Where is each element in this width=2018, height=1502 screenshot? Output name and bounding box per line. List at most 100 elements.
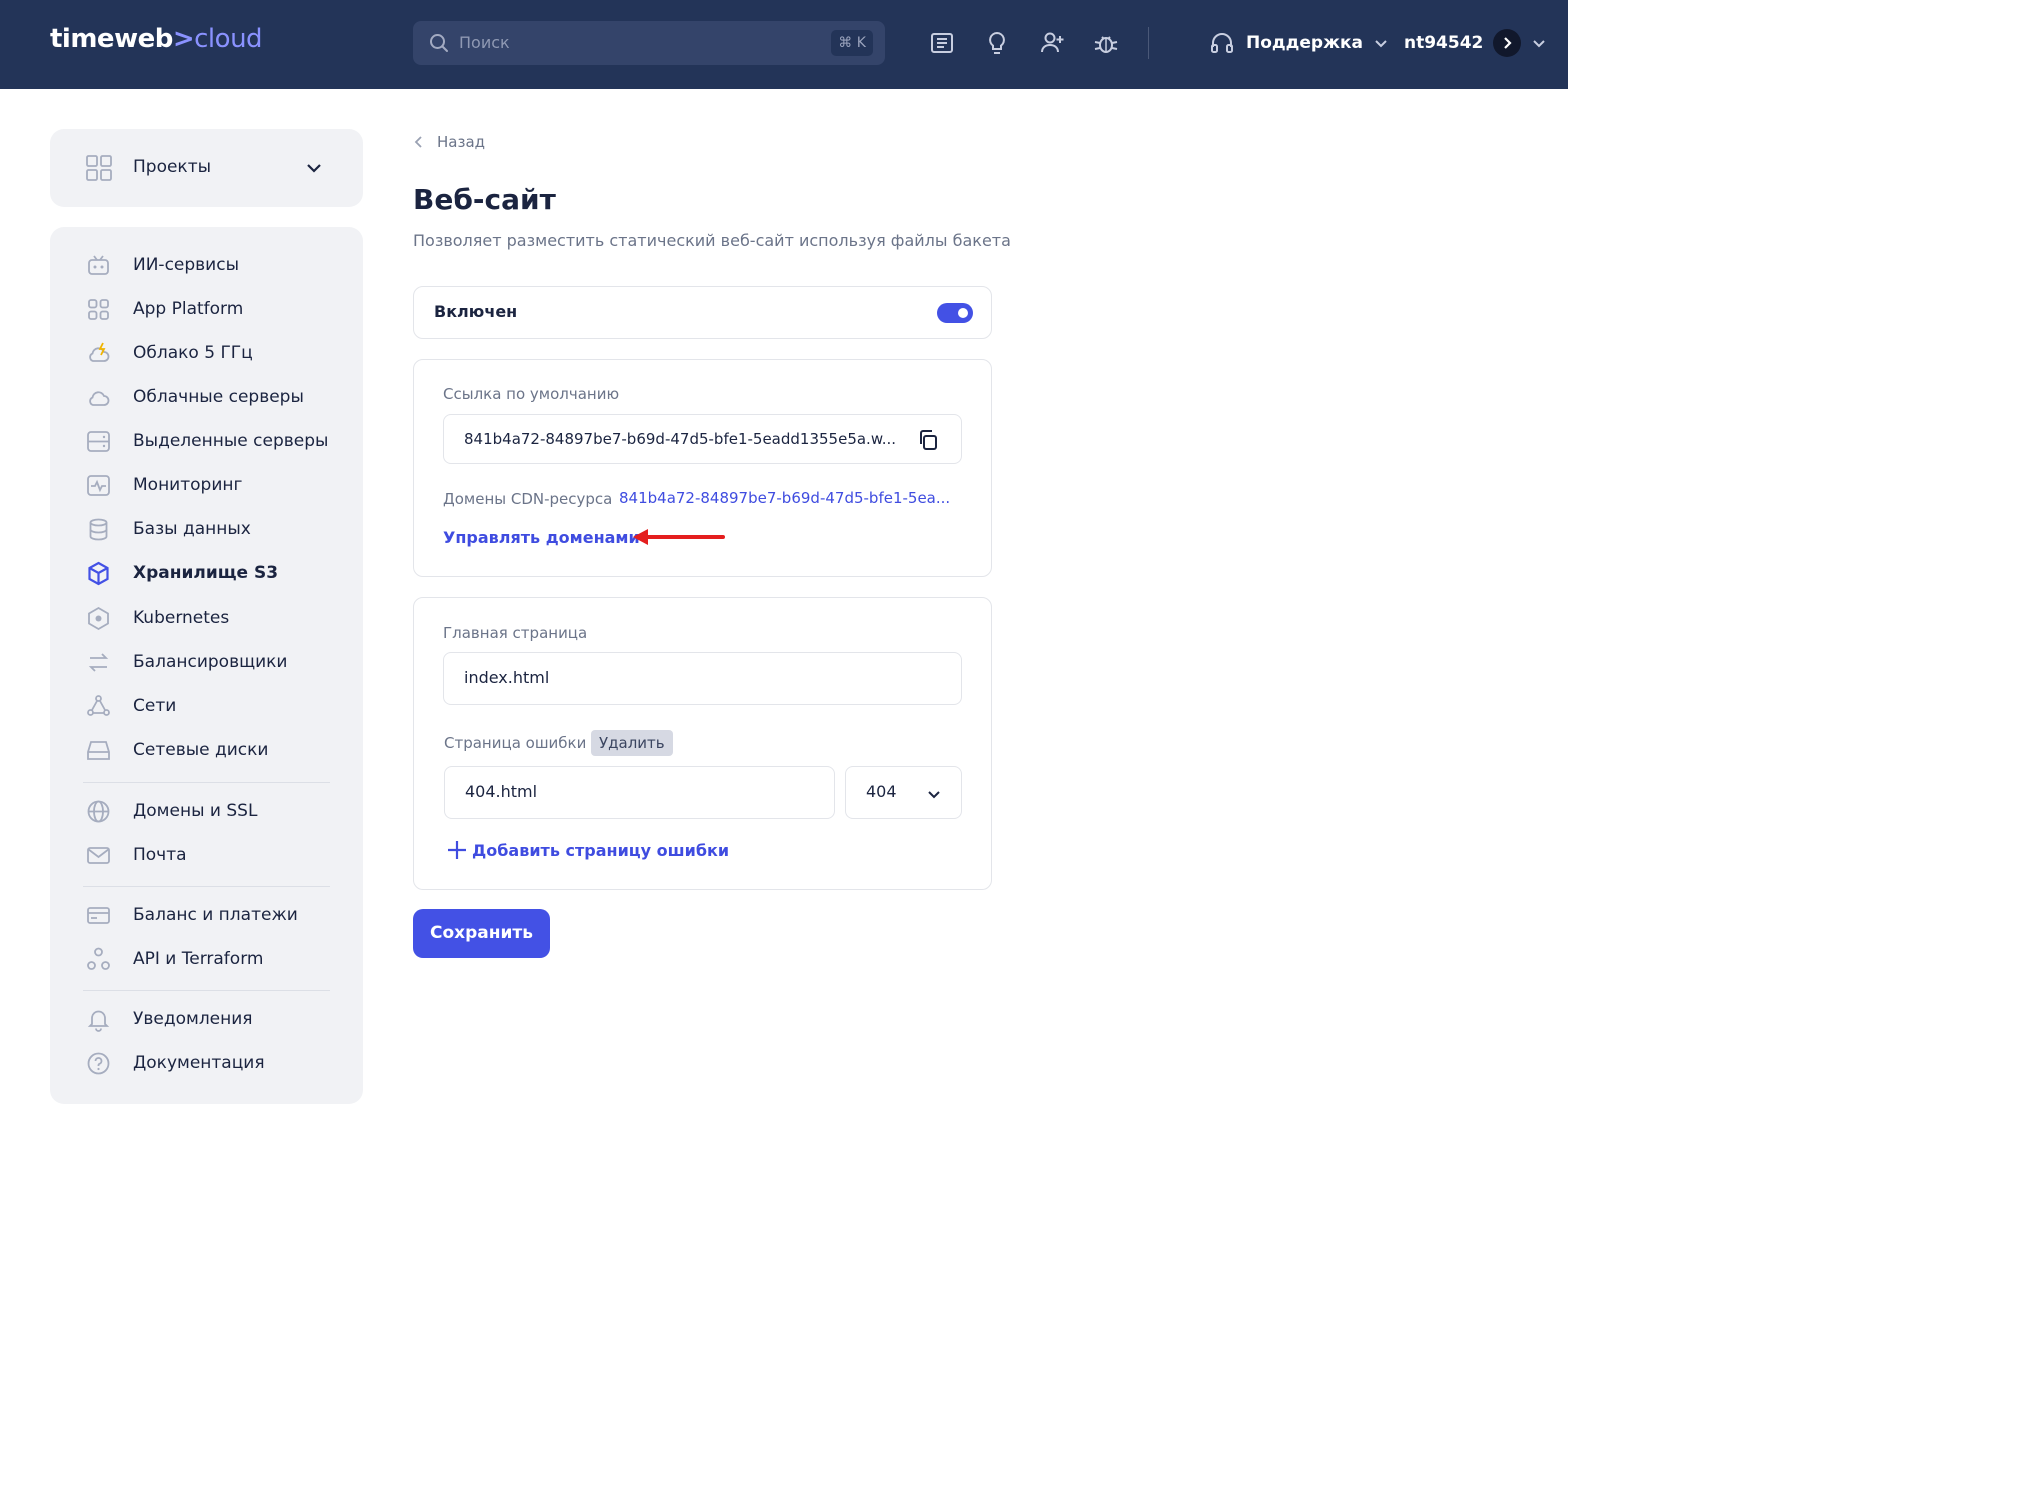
projects-selector[interactable]: Проекты <box>50 129 363 207</box>
error-code-select[interactable]: 404 <box>845 766 962 819</box>
support-menu[interactable]: Поддержка <box>1208 29 1389 57</box>
add-error-page-button[interactable]: Добавить страницу ошибки <box>446 839 729 861</box>
sidebar-item-balance-payments[interactable]: Баланс и платежи <box>50 896 363 936</box>
cdn-domains-label: Домены CDN-ресурса <box>443 490 613 508</box>
chevron-down-icon <box>1533 40 1546 48</box>
sidebar-item-mail[interactable]: Почта <box>50 836 363 876</box>
cube-icon <box>88 561 109 586</box>
database-icon <box>89 518 108 541</box>
top-bar: timeweb>cloud Поиск ⌘ K Поддержка nt9454… <box>0 0 1568 89</box>
search-placeholder: Поиск <box>459 33 510 52</box>
sidebar-item-network-disks[interactable]: Сетевые диски <box>50 731 363 771</box>
balancer-icon <box>88 653 109 672</box>
sidebar-item-label: Баланс и платежи <box>133 905 298 925</box>
logo[interactable]: timeweb>cloud <box>50 24 263 54</box>
sidebar-item-storage-s3[interactable]: Хранилище S3 <box>50 554 363 594</box>
sidebar-item-dedicated-servers[interactable]: Выделенные серверы <box>50 422 363 462</box>
grid-icon <box>86 155 112 181</box>
network-icon <box>87 695 110 716</box>
sidebar-item-ai-services[interactable]: ИИ-сервисы <box>50 246 363 286</box>
bug-icon[interactable] <box>1092 29 1120 57</box>
cloud-icon <box>89 391 110 406</box>
sidebar-item-label: Мониторинг <box>133 475 243 495</box>
sidebar-item-domains-ssl[interactable]: Домены и SSL <box>50 792 363 832</box>
sidebar-item-label: Облако 5 ГГц <box>133 343 253 363</box>
sidebar-nav: ИИ-сервисы App Platform Облако 5 ГГц Обл… <box>50 227 363 1104</box>
user-menu[interactable]: nt94542 <box>1404 29 1547 57</box>
logo-main: timeweb <box>50 24 173 54</box>
sidebar-item-label: Kubernetes <box>133 608 230 628</box>
back-label: Назад <box>437 133 486 151</box>
sidebar-item-label: Домены и SSL <box>133 801 258 821</box>
cdn-domain-link[interactable]: 841b4a72-84897be7-b69d-47d5-bfe1-5ea... <box>619 489 950 507</box>
disk-icon <box>87 741 110 760</box>
lightbulb-icon[interactable] <box>983 29 1011 57</box>
chevron-down-icon <box>1375 40 1387 48</box>
pages-card: Главная страница index.html Страница оши… <box>413 597 992 890</box>
enabled-toggle[interactable] <box>937 303 973 323</box>
sidebar-item-label: Уведомления <box>133 1009 253 1029</box>
sidebar-divider <box>83 990 330 991</box>
index-page-value: index.html <box>464 668 550 687</box>
toggle-knob <box>958 308 968 318</box>
user-arrow-button[interactable] <box>1493 29 1522 57</box>
mail-icon <box>87 847 110 864</box>
sidebar-item-monitoring[interactable]: Мониторинг <box>50 466 363 506</box>
delete-error-page-button[interactable]: Удалить <box>591 730 673 756</box>
index-page-input[interactable]: index.html <box>443 652 962 705</box>
kubernetes-icon <box>88 606 109 631</box>
default-link-label: Ссылка по умолчанию <box>443 385 620 403</box>
website-enabled-row: Включен <box>413 286 992 339</box>
sidebar-item-api-terraform[interactable]: API и Terraform <box>50 940 363 980</box>
page-subtitle: Позволяет разместить статический веб-сай… <box>413 231 1011 250</box>
news-icon[interactable] <box>928 29 956 57</box>
sidebar-item-label: App Platform <box>133 299 244 319</box>
headset-icon <box>1211 33 1233 53</box>
back-link[interactable]: Назад <box>413 133 485 151</box>
sidebar-item-label: Сетевые диски <box>133 740 269 760</box>
default-link-field[interactable]: 841b4a72-84897be7-b69d-47d5-bfe1-5eadd13… <box>443 414 962 464</box>
sidebar-item-cloud-5ghz[interactable]: Облако 5 ГГц <box>50 334 363 374</box>
copy-icon[interactable] <box>917 429 939 451</box>
error-page-value: 404.html <box>465 782 538 801</box>
sidebar-item-label: Облачные серверы <box>133 387 304 407</box>
chevron-left-icon <box>414 136 422 148</box>
annotation-arrow-icon <box>633 529 725 545</box>
sidebar-item-label: Сети <box>133 696 177 716</box>
sidebar-item-documentation[interactable]: Документация <box>50 1044 363 1084</box>
chevron-down-icon <box>928 791 940 799</box>
sidebar-item-cloud-servers[interactable]: Облачные серверы <box>50 378 363 418</box>
manage-domains-link[interactable]: Управлять доменами <box>443 528 640 547</box>
username: nt94542 <box>1404 33 1484 53</box>
add-error-page-label: Добавить страницу ошибки <box>472 840 730 860</box>
help-icon <box>87 1052 110 1075</box>
default-link-value: 841b4a72-84897be7-b69d-47d5-bfe1-5eadd13… <box>464 430 897 448</box>
sidebar-item-databases[interactable]: Базы данных <box>50 510 363 550</box>
apps-grid-icon <box>88 299 109 320</box>
plus-icon <box>448 841 466 859</box>
error-page-label: Страница ошибки <box>444 734 587 752</box>
sidebar-item-label: Выделенные серверы <box>133 431 329 451</box>
sidebar-item-kubernetes[interactable]: Kubernetes <box>50 599 363 639</box>
monitoring-icon <box>87 475 110 496</box>
save-button[interactable]: Сохранить <box>413 909 550 958</box>
sidebar-item-label: Документация <box>133 1053 265 1073</box>
sidebar-item-app-platform[interactable]: App Platform <box>50 290 363 330</box>
robot-icon <box>88 255 109 275</box>
error-code-value: 404 <box>866 782 897 801</box>
sidebar-item-label: Базы данных <box>133 519 251 539</box>
search-input[interactable]: Поиск ⌘ K <box>413 21 885 65</box>
sidebar-item-label: Почта <box>133 845 187 865</box>
sidebar-item-networks[interactable]: Сети <box>50 687 363 727</box>
add-user-icon[interactable] <box>1038 29 1066 57</box>
chevron-down-icon <box>307 164 321 173</box>
server-icon <box>87 431 110 452</box>
error-page-input[interactable]: 404.html <box>444 766 835 819</box>
search-icon <box>430 34 448 52</box>
enabled-label: Включен <box>434 302 518 321</box>
api-icon <box>87 947 110 970</box>
sidebar-divider <box>83 886 330 887</box>
sidebar-item-notifications[interactable]: Уведомления <box>50 1000 363 1040</box>
bell-icon <box>87 1010 110 1032</box>
sidebar-item-balancers[interactable]: Балансировщики <box>50 643 363 683</box>
